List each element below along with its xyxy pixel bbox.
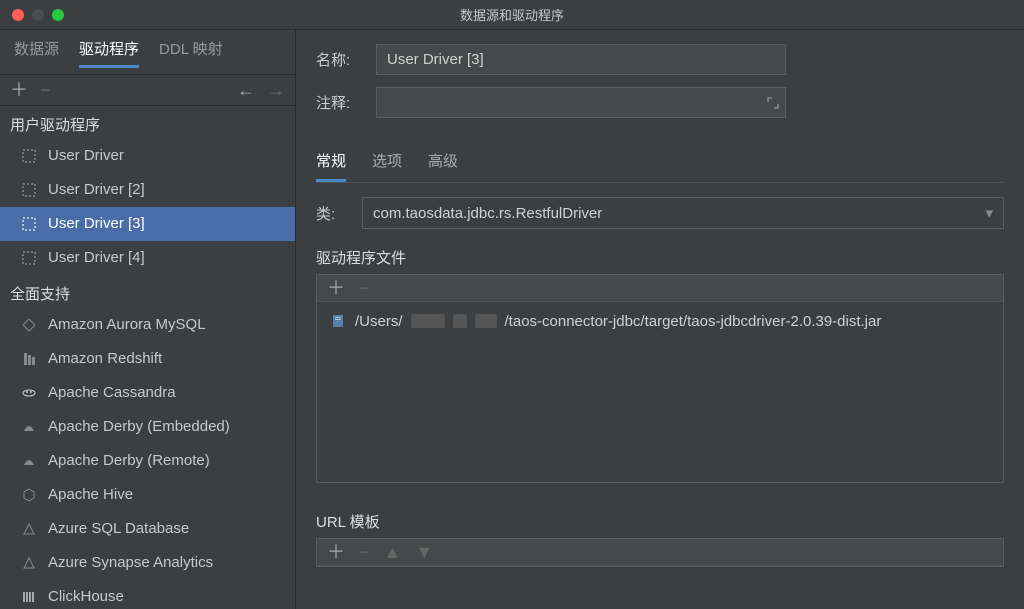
expand-icon xyxy=(767,97,779,109)
driver-icon xyxy=(20,147,38,165)
clickhouse-icon xyxy=(20,588,38,606)
azure-icon xyxy=(20,554,38,572)
name-input[interactable] xyxy=(376,44,786,75)
remove-button[interactable]: − xyxy=(40,81,51,99)
sidebar-item-amazon-aurora-mysql[interactable]: Amazon Aurora MySQL xyxy=(0,308,295,342)
url-templates-label: URL 模板 xyxy=(316,511,1004,532)
sidebar: 数据源 驱动程序 DDL 映射 ＋ − ← → 用户驱动程序 User Driv… xyxy=(0,30,296,609)
file-path-prefix: /Users/ xyxy=(355,313,403,330)
group-header-user-drivers: 用户驱动程序 xyxy=(0,106,295,139)
name-label: 名称: xyxy=(316,49,362,70)
sidebar-item-label: User Driver [2] xyxy=(48,178,145,202)
driver-files-toolbar: ＋ − xyxy=(317,275,1003,302)
sidebar-list[interactable]: 用户驱动程序 User Driver User Driver [2] User … xyxy=(0,106,295,609)
add-file-button[interactable]: ＋ xyxy=(327,279,345,297)
redshift-icon xyxy=(20,350,38,368)
driver-icon xyxy=(20,249,38,267)
group-header-full-support: 全面支持 xyxy=(0,275,295,308)
driver-files-panel: ＋ − /Users/ /taos-connector-jdbc/target/… xyxy=(316,274,1004,483)
sidebar-item-apache-hive[interactable]: Apache Hive xyxy=(0,478,295,512)
driver-icon xyxy=(20,181,38,199)
tab-options[interactable]: 选项 xyxy=(372,144,402,182)
forward-button[interactable]: → xyxy=(267,81,285,99)
minimize-window-button[interactable] xyxy=(32,9,44,21)
file-path-suffix: /taos-connector-jdbc/target/taos-jdbcdri… xyxy=(505,313,882,330)
window-title: 数据源和驱动程序 xyxy=(0,5,1024,24)
move-down-button[interactable]: ▼ xyxy=(415,543,433,561)
remove-url-button[interactable]: − xyxy=(359,543,370,561)
sidebar-item-azure-sql-database[interactable]: Azure SQL Database xyxy=(0,512,295,546)
back-button[interactable]: ← xyxy=(237,81,255,99)
sidebar-tabs: 数据源 驱动程序 DDL 映射 xyxy=(0,30,295,75)
sidebar-item-label: Amazon Aurora MySQL xyxy=(48,313,206,337)
jar-icon xyxy=(329,312,347,330)
aurora-icon xyxy=(20,316,38,334)
azure-icon xyxy=(20,520,38,538)
add-button[interactable]: ＋ xyxy=(10,81,28,99)
maximize-window-button[interactable] xyxy=(52,9,64,21)
url-templates-toolbar: ＋ − ▲ ▼ xyxy=(317,539,1003,566)
sidebar-item-apache-derby-remote[interactable]: Apache Derby (Remote) xyxy=(0,444,295,478)
sidebar-item-label: Apache Cassandra xyxy=(48,381,176,405)
driver-files-list[interactable]: /Users/ /taos-connector-jdbc/target/taos… xyxy=(317,302,1003,482)
class-label: 类: xyxy=(316,203,346,224)
content-panel: 名称: 注释: 常规 选项 高级 类: com.taosdata.jdbc.rs… xyxy=(296,30,1024,609)
sidebar-item-apache-cassandra[interactable]: Apache Cassandra xyxy=(0,376,295,410)
driver-icon xyxy=(20,215,38,233)
hive-icon xyxy=(20,486,38,504)
class-value: com.taosdata.jdbc.rs.RestfulDriver xyxy=(373,205,602,222)
sidebar-item-user-driver[interactable]: User Driver xyxy=(0,139,295,173)
tab-ddl-mapping[interactable]: DDL 映射 xyxy=(159,38,223,68)
sidebar-item-apache-derby-embedded[interactable]: Apache Derby (Embedded) xyxy=(0,410,295,444)
remove-file-button[interactable]: − xyxy=(359,279,370,297)
sidebar-item-clickhouse[interactable]: ClickHouse xyxy=(0,580,295,609)
sidebar-item-label: ClickHouse xyxy=(48,585,124,609)
move-up-button[interactable]: ▲ xyxy=(384,543,402,561)
driver-files-label: 驱动程序文件 xyxy=(316,247,1004,268)
expand-comment-button[interactable] xyxy=(764,91,782,114)
window-controls xyxy=(0,9,64,21)
tab-advanced[interactable]: 高级 xyxy=(428,144,458,182)
derby-icon xyxy=(20,418,38,436)
sidebar-item-user-driver-3[interactable]: User Driver [3] xyxy=(0,207,295,241)
comment-label: 注释: xyxy=(316,92,362,113)
redacted-segment xyxy=(475,314,497,328)
sidebar-item-label: User Driver xyxy=(48,144,124,168)
sidebar-toolbar: ＋ − ← → xyxy=(0,75,295,106)
derby-icon xyxy=(20,452,38,470)
sidebar-item-label: Apache Derby (Embedded) xyxy=(48,415,230,439)
sidebar-item-azure-synapse-analytics[interactable]: Azure Synapse Analytics xyxy=(0,546,295,580)
url-templates-panel: ＋ − ▲ ▼ xyxy=(316,538,1004,567)
redacted-segment xyxy=(411,314,445,328)
sidebar-item-amazon-redshift[interactable]: Amazon Redshift xyxy=(0,342,295,376)
sidebar-item-label: Apache Hive xyxy=(48,483,133,507)
sidebar-item-user-driver-2[interactable]: User Driver [2] xyxy=(0,173,295,207)
chevron-down-icon: ▾ xyxy=(985,204,993,222)
tab-general[interactable]: 常规 xyxy=(316,144,346,182)
detail-tabs: 常规 选项 高级 xyxy=(316,144,1004,183)
sidebar-item-label: Apache Derby (Remote) xyxy=(48,449,210,473)
cassandra-icon xyxy=(20,384,38,402)
add-url-button[interactable]: ＋ xyxy=(327,543,345,561)
redacted-segment xyxy=(453,314,467,328)
class-select[interactable]: com.taosdata.jdbc.rs.RestfulDriver ▾ xyxy=(362,197,1004,229)
sidebar-item-label: Azure Synapse Analytics xyxy=(48,551,213,575)
sidebar-item-label: User Driver [4] xyxy=(48,246,145,270)
driver-file-item[interactable]: /Users/ /taos-connector-jdbc/target/taos… xyxy=(317,308,1003,334)
tab-drivers[interactable]: 驱动程序 xyxy=(79,38,139,68)
comment-input[interactable] xyxy=(376,87,786,118)
close-window-button[interactable] xyxy=(12,9,24,21)
sidebar-item-user-driver-4[interactable]: User Driver [4] xyxy=(0,241,295,275)
sidebar-item-label: User Driver [3] xyxy=(48,212,145,236)
titlebar: 数据源和驱动程序 xyxy=(0,0,1024,30)
sidebar-item-label: Amazon Redshift xyxy=(48,347,162,371)
tab-datasources[interactable]: 数据源 xyxy=(14,38,59,68)
sidebar-item-label: Azure SQL Database xyxy=(48,517,189,541)
